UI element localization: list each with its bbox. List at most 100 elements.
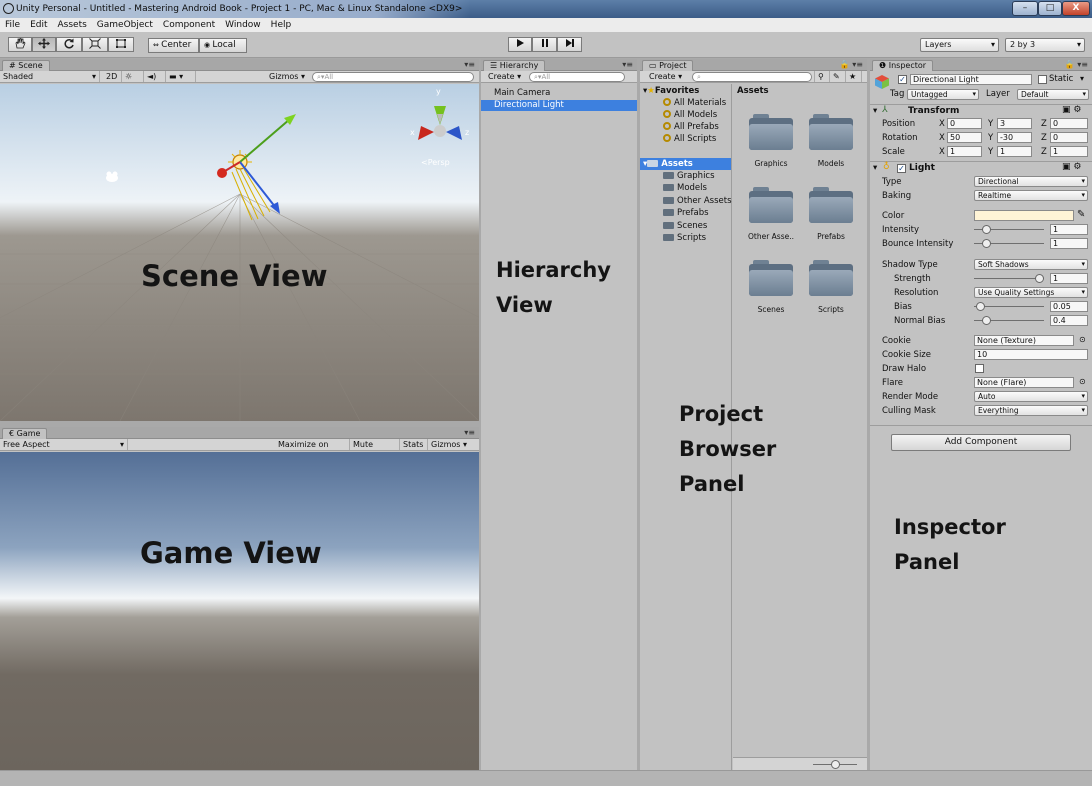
- hierarchy-tab-menu-icon[interactable]: ▾≡: [622, 59, 633, 70]
- favorite-item[interactable]: All Prefabs: [663, 122, 719, 132]
- game-viewport[interactable]: Game View: [0, 452, 479, 770]
- scene-lighting-toggle[interactable]: ☼: [122, 71, 144, 82]
- play-button[interactable]: [508, 37, 532, 52]
- strength-slider[interactable]: [974, 273, 1044, 284]
- scale-z-field[interactable]: 1: [1050, 146, 1088, 157]
- pivot-center-button[interactable]: ⇔ Center: [148, 38, 199, 53]
- tab-hierarchy[interactable]: ☰ Hierarchy: [483, 60, 546, 71]
- bounce-intensity-slider[interactable]: [974, 238, 1044, 249]
- favorites-folder[interactable]: ▾★Favorites: [643, 86, 699, 96]
- scene-gizmos-dropdown[interactable]: Gizmos ▾: [266, 71, 310, 82]
- layout-dropdown[interactable]: 2 by 3: [1005, 38, 1085, 52]
- render-mode-dropdown[interactable]: Auto: [974, 391, 1088, 402]
- scene-search-input[interactable]: ⌕▾All: [312, 72, 474, 82]
- shading-mode-dropdown[interactable]: Shaded ▾: [0, 71, 100, 82]
- position-z-field[interactable]: 0: [1050, 118, 1088, 129]
- static-dropdown-icon[interactable]: ▾: [1080, 74, 1084, 83]
- step-button[interactable]: [557, 37, 582, 52]
- asset-folder-models[interactable]: [809, 114, 853, 150]
- culling-mask-dropdown[interactable]: Everything: [974, 405, 1088, 416]
- light-color-swatch[interactable]: [974, 210, 1074, 221]
- bias-field[interactable]: 0.05: [1050, 301, 1088, 312]
- pause-button[interactable]: [532, 37, 557, 52]
- tab-game[interactable]: € Game: [2, 428, 48, 439]
- asset-tree-folder[interactable]: Scripts: [663, 233, 706, 243]
- intensity-field[interactable]: 1: [1050, 224, 1088, 235]
- scale-tool-button[interactable]: [82, 37, 108, 52]
- cookie-size-field[interactable]: 10: [974, 349, 1088, 360]
- game-gizmos-dropdown[interactable]: Gizmos ▾: [428, 439, 479, 450]
- game-tab-menu-icon[interactable]: ▾≡: [464, 427, 475, 438]
- light-type-dropdown[interactable]: Directional: [974, 176, 1088, 187]
- scene-tab-menu-icon[interactable]: ▾≡: [464, 59, 475, 70]
- draw-halo-checkbox[interactable]: [975, 364, 984, 373]
- rect-tool-button[interactable]: [108, 37, 134, 52]
- menu-assets[interactable]: Assets: [53, 18, 92, 32]
- scene-viewport[interactable]: y x z <Persp Scene View: [0, 84, 479, 421]
- project-search-input[interactable]: ⌕: [692, 72, 812, 82]
- object-picker-icon[interactable]: ⊙: [1079, 377, 1086, 386]
- scale-y-field[interactable]: 1: [997, 146, 1032, 157]
- assets-folder-selected[interactable]: ▾ Assets: [640, 158, 731, 170]
- add-component-button[interactable]: Add Component: [891, 434, 1071, 451]
- scale-x-field[interactable]: 1: [947, 146, 982, 157]
- rotation-z-field[interactable]: 0: [1050, 132, 1088, 143]
- project-create-dropdown[interactable]: Create ▾: [646, 71, 686, 82]
- resolution-dropdown[interactable]: Use Quality Settings: [974, 287, 1088, 298]
- hierarchy-create-dropdown[interactable]: Create ▾: [485, 71, 525, 82]
- rotation-x-field[interactable]: 50: [947, 132, 982, 143]
- perspective-label[interactable]: <Persp: [421, 158, 450, 167]
- rotate-tool-button[interactable]: [56, 37, 82, 52]
- filter-by-label-icon[interactable]: ✎: [830, 71, 846, 82]
- project-tab-menu-icon[interactable]: 🔒 ▾≡: [840, 59, 863, 70]
- normal-bias-field[interactable]: 0.4: [1050, 315, 1088, 326]
- asset-zoom-slider[interactable]: [813, 759, 857, 770]
- hierarchy-item[interactable]: Main Camera: [494, 88, 550, 98]
- position-x-field[interactable]: 0: [947, 118, 982, 129]
- minimize-button[interactable]: –: [1012, 1, 1038, 16]
- menu-file[interactable]: File: [0, 18, 25, 32]
- position-y-field[interactable]: 3: [997, 118, 1032, 129]
- layers-dropdown[interactable]: Layers: [920, 38, 999, 52]
- menu-help[interactable]: Help: [266, 18, 297, 32]
- rotation-y-field[interactable]: -30: [997, 132, 1032, 143]
- intensity-slider[interactable]: [974, 224, 1044, 235]
- transform-foldout-icon[interactable]: ▾: [873, 106, 877, 116]
- stats-toggle[interactable]: Stats: [400, 439, 428, 450]
- layer-dropdown[interactable]: Default: [1017, 89, 1089, 100]
- hand-tool-button[interactable]: [8, 37, 32, 52]
- menu-component[interactable]: Component: [158, 18, 220, 32]
- cookie-field[interactable]: None (Texture): [974, 335, 1074, 346]
- inspector-tab-menu-icon[interactable]: 🔒 ▾≡: [1065, 59, 1088, 70]
- favorite-item[interactable]: All Materials: [663, 98, 726, 108]
- menu-window[interactable]: Window: [220, 18, 266, 32]
- scene-effects-dropdown[interactable]: ▬ ▾: [166, 71, 196, 82]
- tab-project[interactable]: ▭ Project: [642, 60, 694, 71]
- scene-audio-toggle[interactable]: ◄): [144, 71, 166, 82]
- mode-2d-button[interactable]: 2D: [103, 71, 122, 82]
- transform-help-icon[interactable]: ▣ ⚙: [1062, 105, 1081, 115]
- static-checkbox[interactable]: [1038, 75, 1047, 84]
- asset-tree-folder[interactable]: Other Assets: [663, 196, 732, 206]
- light-enabled-checkbox[interactable]: ✓: [897, 164, 906, 173]
- tab-scene[interactable]: # Scene: [2, 60, 50, 71]
- object-picker-icon[interactable]: ⊙: [1079, 335, 1086, 344]
- light-help-icon[interactable]: ▣ ⚙: [1062, 162, 1081, 172]
- asset-folder-prefabs[interactable]: [809, 187, 853, 223]
- object-name-field[interactable]: Directional Light: [910, 74, 1032, 85]
- active-checkbox[interactable]: ✓: [898, 75, 907, 84]
- filter-by-type-icon[interactable]: ⚲: [814, 71, 830, 82]
- asset-folder-scenes[interactable]: [749, 260, 793, 296]
- asset-tree-folder[interactable]: Graphics: [663, 171, 715, 181]
- menu-gameobject[interactable]: GameObject: [92, 18, 158, 32]
- tab-inspector[interactable]: ❶ Inspector: [872, 60, 934, 71]
- hierarchy-search-input[interactable]: ⌕▾All: [529, 72, 625, 82]
- pivot-local-button[interactable]: ◉ Local: [199, 38, 247, 53]
- maximize-button[interactable]: □: [1038, 1, 1062, 16]
- asset-tree-folder[interactable]: Models: [663, 183, 707, 193]
- asset-folder-other-assets[interactable]: [749, 187, 793, 223]
- maximize-on-play-toggle[interactable]: Maximize on Play: [275, 439, 350, 460]
- strength-field[interactable]: 1: [1050, 273, 1088, 284]
- favorite-item[interactable]: All Scripts: [663, 134, 716, 144]
- shadow-type-dropdown[interactable]: Soft Shadows: [974, 259, 1088, 270]
